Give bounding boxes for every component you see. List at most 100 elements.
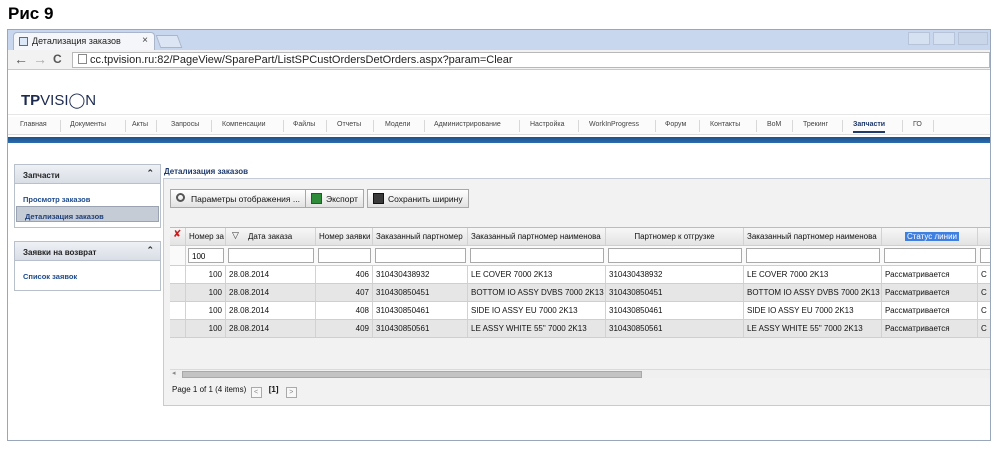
display-params-button[interactable]: Параметры отображения ...	[170, 189, 306, 208]
cell-line-status: Рассматривается	[882, 284, 978, 301]
address-toolbar: ← → C cc.tpvision.ru:82/PageView/SparePa…	[8, 50, 990, 70]
back-icon[interactable]: ←	[14, 51, 28, 67]
column-header-label: Дата заказа	[248, 232, 293, 241]
column-header-ordered-part-name-2[interactable]: Заказанный партномер наименова	[744, 228, 882, 245]
address-bar[interactable]: cc.tpvision.ru:82/PageView/SparePart/Lis…	[72, 52, 990, 68]
cell-overflow: С	[981, 270, 987, 279]
column-header-request-number[interactable]: Номер заявки	[316, 228, 373, 245]
orders-grid-panel: Параметры отображения ... Экспорт Сохран…	[163, 178, 990, 406]
cell-order-date: 28.08.2014	[226, 266, 316, 283]
menu-item-contacts[interactable]: Контакты	[710, 121, 740, 128]
collapse-chevron-icon[interactable]: ⌃	[146, 245, 154, 256]
ordered-part-name-filter-input[interactable]	[470, 248, 604, 263]
cell-ordered-part-name: BOTTOM IO ASSY DVBS 7000 2K13	[468, 284, 606, 301]
menu-item-settings[interactable]: Настройка	[530, 121, 564, 128]
table-row[interactable]: 100 28.08.2014 409 310430850561 LE ASSY …	[170, 320, 990, 338]
horizontal-scrollbar[interactable]: ◂	[170, 369, 990, 378]
collapse-chevron-icon[interactable]: ⌃	[146, 168, 154, 179]
clear-filter-icon[interactable]: ✘	[173, 229, 182, 240]
panel-header[interactable]: Заявки на возврат ⌃	[15, 242, 160, 261]
row-indicator	[170, 320, 186, 337]
overflow-filter-input[interactable]	[980, 248, 990, 263]
menu-item-acts[interactable]: Акты	[132, 121, 148, 128]
current-page[interactable]: [1]	[269, 385, 279, 394]
prev-page-button[interactable]: <	[250, 387, 262, 398]
table-row[interactable]: 100 28.08.2014 408 310430850461 SIDE IO …	[170, 302, 990, 320]
filter-cell	[170, 246, 186, 265]
menu-item-workinprogress[interactable]: WorkInProgress	[589, 121, 639, 128]
sidebar-item-view-orders[interactable]: Просмотр заказов	[15, 190, 160, 206]
cell-overflow: С	[981, 324, 987, 333]
scrollbar-thumb[interactable]	[182, 371, 642, 378]
logo-bold-text: TP	[21, 92, 41, 109]
order-date-filter-input[interactable]	[228, 248, 314, 263]
tab-title: Детализация заказов	[32, 36, 121, 46]
column-header-order-date[interactable]: ▽ Дата заказа	[226, 228, 316, 245]
scroll-left-icon[interactable]: ◂	[172, 369, 176, 377]
panel-header[interactable]: Запчасти ⌃	[15, 165, 160, 184]
menu-item-reports[interactable]: Отчеты	[337, 121, 361, 128]
menu-item-spare-parts[interactable]: Запчасти	[853, 121, 886, 133]
sidebar-item-returns-list[interactable]: Список заявок	[15, 267, 160, 283]
filter-icon[interactable]: ▽	[232, 230, 241, 240]
close-window-button[interactable]	[958, 32, 988, 45]
cell-overflow: С	[981, 306, 987, 315]
ordered-partnumber-filter-input[interactable]	[375, 248, 466, 263]
reload-icon[interactable]: C	[53, 52, 62, 66]
column-header-line-status[interactable]: Статус линии	[882, 228, 978, 245]
menu-item-tracking[interactable]: Трекинг	[803, 121, 828, 128]
url-text: cc.tpvision.ru:82/PageView/SparePart/Lis…	[90, 54, 513, 66]
clear-filter-header[interactable]: ✘	[170, 228, 186, 245]
column-header-order-number[interactable]: Номер за	[186, 228, 226, 245]
next-page-button[interactable]: >	[285, 387, 297, 398]
cell-order-date: 28.08.2014	[226, 302, 316, 319]
cell-request-number: 407	[316, 284, 373, 301]
export-button[interactable]: Экспорт	[305, 189, 364, 208]
new-tab-button[interactable]	[155, 35, 183, 48]
menu-item-files[interactable]: Файлы	[293, 121, 315, 128]
column-header-ordered-part-name[interactable]: Заказанный партномер наименова	[468, 228, 606, 245]
cell-ship-partnumber: 310430850561	[606, 320, 744, 337]
request-number-filter-input[interactable]	[318, 248, 371, 263]
table-row[interactable]: 100 28.08.2014 407 310430850451 BOTTOM I…	[170, 284, 990, 302]
sidebar-item-order-details[interactable]: Детализация заказов	[16, 206, 159, 222]
menu-item-requests[interactable]: Запросы	[171, 121, 199, 128]
menu-item-forum[interactable]: Форум	[665, 121, 686, 128]
row-indicator	[170, 302, 186, 319]
browser-window: Детализация заказов × ← → C cc.tpvision.…	[7, 29, 991, 441]
column-header-ship-partnumber[interactable]: Партномер к отгрузке	[606, 228, 744, 245]
save-width-button[interactable]: Сохранить ширину	[367, 189, 469, 208]
menu-item-compensations[interactable]: Компенсации	[222, 121, 266, 128]
sidebar-panel-spare-parts: Запчасти ⌃ Просмотр заказов Детализация …	[14, 164, 161, 228]
table-row[interactable]: 100 28.08.2014 406 310430438932 LE COVER…	[170, 266, 990, 284]
cell-order-date: 28.08.2014	[226, 320, 316, 337]
orders-grid: ✘ Номер за ▽ Дата заказа Номер заявки За…	[170, 227, 990, 338]
close-tab-icon[interactable]: ×	[142, 35, 148, 46]
order-number-filter-input[interactable]	[188, 248, 224, 263]
column-header-ordered-partnumber[interactable]: Заказанный партномер	[373, 228, 468, 245]
browser-tab[interactable]: Детализация заказов ×	[13, 32, 155, 50]
cell-order-number: 100	[186, 302, 226, 319]
maximize-button[interactable]	[933, 32, 955, 45]
line-status-filter-input[interactable]	[884, 248, 976, 263]
ship-partnumber-filter-input[interactable]	[608, 248, 742, 263]
row-indicator	[170, 266, 186, 283]
tpvision-logo[interactable]: TPVISI◯N	[21, 91, 96, 109]
row-indicator	[170, 284, 186, 301]
cell-ordered-part-name-2: BOTTOM IO ASSY DVBS 7000 2K13	[744, 284, 882, 301]
forward-icon[interactable]: →	[33, 51, 47, 67]
minimize-button[interactable]	[908, 32, 930, 45]
page-info-icon[interactable]	[78, 54, 87, 64]
menu-item-bom[interactable]: BoM	[767, 121, 781, 128]
menu-item-home[interactable]: Главная	[20, 121, 47, 128]
menu-item-go[interactable]: ГО	[913, 121, 922, 128]
cell-order-number: 100	[186, 320, 226, 337]
menu-item-documents[interactable]: Документы	[70, 121, 106, 128]
menu-item-administration[interactable]: Администрирование	[434, 121, 501, 128]
ordered-part-name-2-filter-input[interactable]	[746, 248, 880, 263]
button-label: Параметры отображения ...	[191, 194, 300, 204]
site-header: TPVISI◯N	[8, 71, 990, 115]
menu-item-models[interactable]: Модели	[385, 121, 410, 128]
cell-ship-partnumber: 310430850461	[606, 302, 744, 319]
cell-order-date: 28.08.2014	[226, 284, 316, 301]
